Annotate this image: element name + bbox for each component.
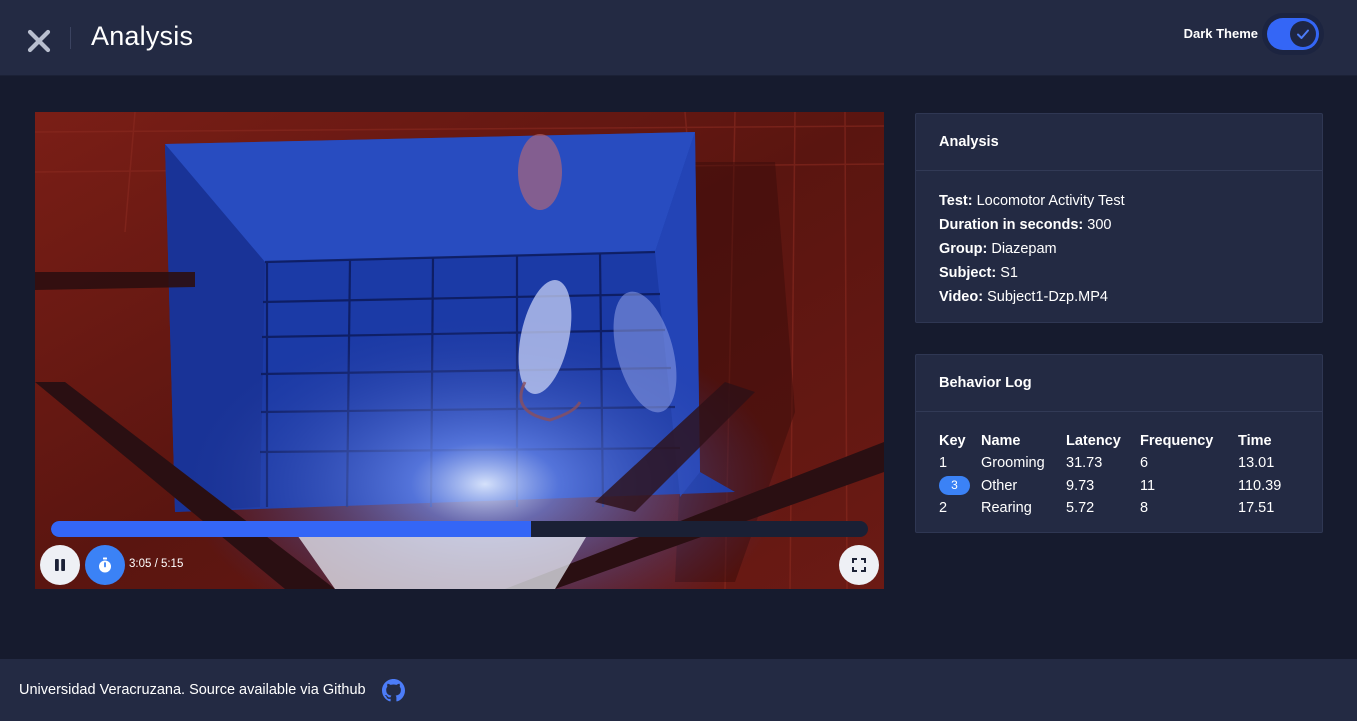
column-header-key: Key [939,433,966,449]
row-name: Rearing [981,500,1032,517]
column-header-frequency: Frequency [1140,433,1214,449]
row-name: Grooming [981,455,1045,472]
stopwatch-icon [99,557,111,573]
row-time: 110.39 [1238,477,1282,494]
table-row: 1 Grooming 31.73 6 13.01 [939,452,1309,475]
page-title: Analysis [91,21,194,51]
info-test: Test: Locomotor Activity Test [939,193,1125,209]
row-time: 13.01 [1238,455,1275,472]
column-header-latency: Latency [1066,433,1121,449]
video-frame-image [35,112,884,589]
analysis-details: Test: Locomotor Activity Test Duration i… [916,171,1322,309]
analysis-card: Analysis Test: Locomotor Activity Test D… [915,113,1323,323]
pause-icon [55,559,65,571]
row-key: 1 [939,455,948,472]
row-time: 17.51 [1238,500,1275,517]
column-header-name: Name [981,433,1021,449]
table-row: 3 Other 9.73 11 110.39 [939,475,1309,498]
info-group: Group: Diazepam [939,241,1057,257]
row-key: 3 [939,475,981,498]
check-icon [1290,21,1316,47]
footer: Universidad Veracruzana. Source availabl… [0,659,1357,721]
row-frequency: 6 [1140,455,1149,472]
video-player[interactable]: 3:05 / 5:15 [35,112,884,589]
column-header-time: Time [1238,433,1272,449]
active-key-badge: 3 [939,476,970,496]
toggle-track [1267,18,1319,50]
video-progress-bar[interactable] [51,521,868,537]
row-key: 2 [939,500,948,517]
row-latency: 9.73 [1066,477,1095,494]
fullscreen-icon [852,558,866,572]
pause-button[interactable] [40,545,80,585]
dark-theme-label: Dark Theme [1183,26,1258,41]
info-duration: Duration in seconds: 300 [939,217,1112,233]
row-latency: 31.73 [1066,455,1103,472]
table-row: 2 Rearing 5.72 8 17.51 [939,497,1309,520]
row-frequency: 8 [1140,500,1149,517]
analysis-card-title: Analysis [916,114,1322,171]
footer-text: Universidad Veracruzana. Source availabl… [19,682,366,698]
behavior-log-card: Behavior Log Key Name Latency Frequency … [915,354,1323,533]
info-video: Video: Subject1-Dzp.MP4 [939,289,1108,305]
row-latency: 5.72 [1066,500,1095,517]
app-root: Analysis Dark Theme 3:05 / 5:15 Analysis… [0,0,1357,721]
time-readout: 3:05 / 5:15 [129,558,184,570]
fullscreen-button[interactable] [839,545,879,585]
row-frequency: 11 [1140,477,1156,494]
close-icon[interactable] [26,28,52,54]
behavior-log-title: Behavior Log [916,355,1322,412]
video-progress-fill [51,521,531,537]
timer-button[interactable] [85,545,125,585]
table-header-row: Key Name Latency Frequency Time [939,430,1309,452]
github-icon[interactable] [382,679,405,702]
header-divider [70,27,71,49]
behavior-log-table: Key Name Latency Frequency Time 1 Groomi… [939,430,1309,520]
info-subject: Subject: S1 [939,265,1018,281]
dark-theme-toggle[interactable] [1262,13,1324,55]
top-bar: Analysis Dark Theme [0,0,1357,76]
row-name: Other [981,477,1018,494]
